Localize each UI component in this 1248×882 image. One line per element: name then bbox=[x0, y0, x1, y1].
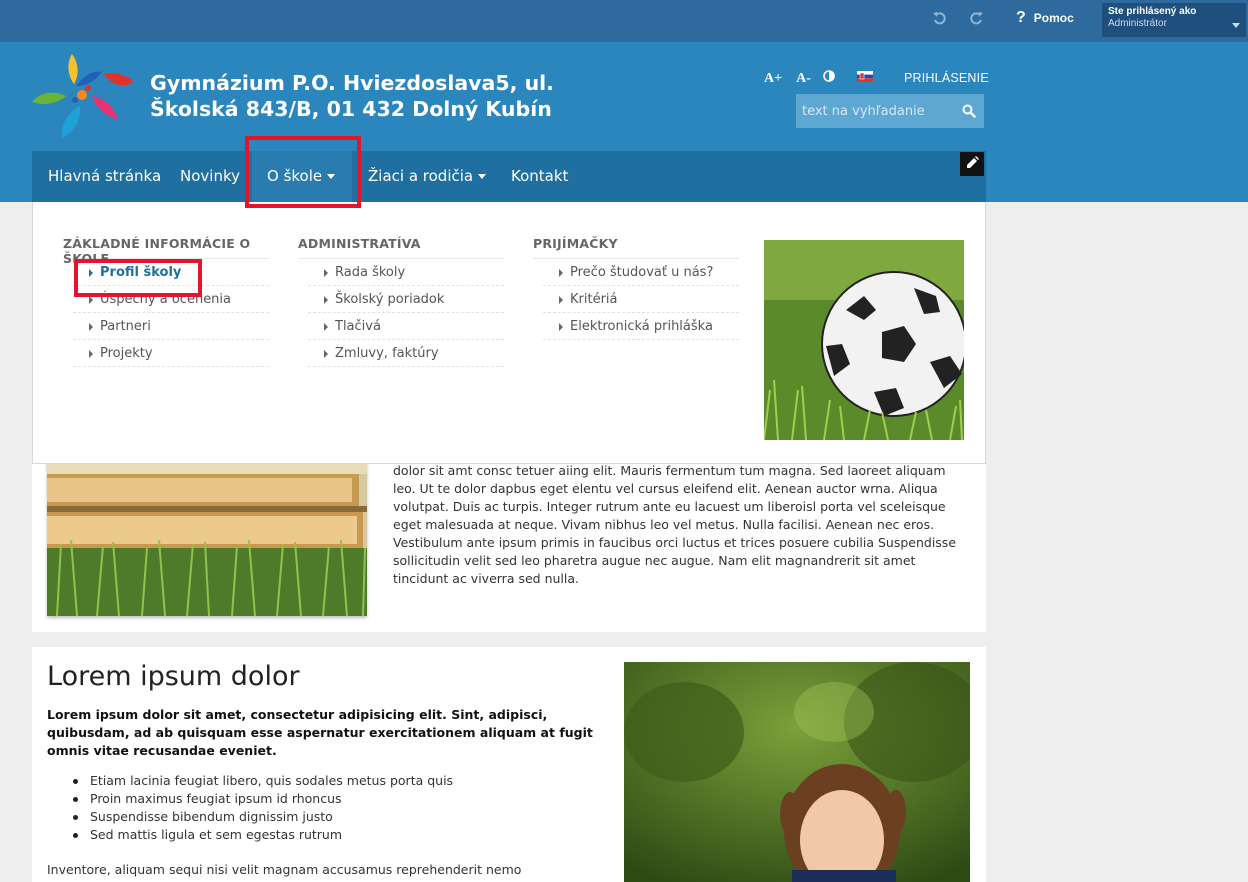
nav-item-contact[interactable]: Kontakt bbox=[511, 151, 568, 202]
help-label: Pomoc bbox=[1033, 11, 1074, 25]
edit-button[interactable] bbox=[960, 152, 984, 176]
girl-photo bbox=[624, 662, 970, 882]
accessibility-tools: A+ A- bbox=[764, 70, 873, 87]
user-name: Administrátor bbox=[1108, 18, 1167, 29]
nav-item-news[interactable]: Novinky bbox=[180, 151, 240, 202]
site-title[interactable]: Gymnázium P.O. Hviezdoslava5, ul. Školsk… bbox=[150, 70, 554, 122]
soccer-ball-image bbox=[764, 240, 964, 440]
help-link[interactable]: ? Pomoc bbox=[1016, 9, 1074, 27]
font-increase-button[interactable]: A+ bbox=[764, 71, 782, 87]
menu-column-basic-info: ZÁKLADNÉ INFORMÁCIE O ŠKOLE Profil školy… bbox=[63, 236, 269, 367]
undo-icon[interactable] bbox=[932, 10, 948, 31]
menu-item-criteria[interactable]: Kritériá bbox=[543, 286, 739, 313]
highlight-box-about bbox=[245, 136, 361, 208]
menu-item-partners[interactable]: Partneri bbox=[73, 313, 269, 340]
user-dropdown[interactable]: Ste prihlásený ako Administrátor bbox=[1102, 3, 1246, 37]
school-logo[interactable] bbox=[30, 48, 138, 146]
menu-item-forms[interactable]: Tlačivá bbox=[308, 313, 504, 340]
caret-right-icon bbox=[559, 323, 563, 331]
column-title: ZÁKLADNÉ INFORMÁCIE O ŠKOLE bbox=[63, 236, 269, 266]
menu-column-admissions: PRIJÍMAČKY Prečo študovať u nás? Kritéri… bbox=[533, 236, 739, 340]
site-title-line1: Gymnázium P.O. Hviezdoslava5, ul. bbox=[150, 71, 554, 95]
font-decrease-button[interactable]: A- bbox=[796, 71, 811, 87]
books-image bbox=[47, 444, 367, 616]
nav-item-students-parents[interactable]: Žiaci a rodičia bbox=[368, 151, 487, 202]
nav-item-home[interactable]: Hlavná stránka bbox=[48, 151, 161, 202]
caret-right-icon bbox=[89, 296, 93, 304]
search-box bbox=[796, 94, 984, 128]
intro-paragraph: dolor sit amt consc tetuer aiing elit. M… bbox=[393, 463, 957, 586]
slovak-flag-icon[interactable] bbox=[856, 70, 873, 87]
site-title-line2: Školská 843/B, 01 432 Dolný Kubín bbox=[150, 97, 552, 121]
admin-topbar: ? Pomoc Ste prihlásený ako Administrátor bbox=[0, 0, 1248, 42]
caret-right-icon bbox=[559, 269, 563, 277]
main-nav: Hlavná stránka Novinky O škole Žiaci a r… bbox=[32, 151, 986, 202]
tail-paragraph: Inventore, aliquam sequi nisi velit magn… bbox=[47, 862, 522, 877]
user-title: Ste prihlásený ako bbox=[1108, 6, 1197, 17]
menu-item-school-board[interactable]: Rada školy bbox=[308, 259, 504, 286]
menu-item-why-study[interactable]: Prečo študovať u nás? bbox=[543, 259, 739, 286]
question-icon: ? bbox=[1016, 9, 1026, 26]
lead-paragraph: Lorem ipsum dolor sit amet, consectetur … bbox=[47, 707, 593, 758]
bullet-list: Etiam lacinia feugiat libero, quis sodal… bbox=[72, 772, 454, 844]
caret-right-icon bbox=[324, 350, 328, 358]
contrast-icon[interactable] bbox=[823, 70, 835, 87]
caret-right-icon bbox=[324, 269, 328, 277]
list-item: Sed mattis ligula et sem egestas rutrum bbox=[72, 826, 453, 844]
column-title: PRIJÍMAČKY bbox=[533, 236, 739, 259]
highlight-box-profile bbox=[74, 259, 202, 297]
caret-right-icon bbox=[89, 323, 93, 331]
pencil-icon bbox=[967, 158, 977, 168]
list-item: Suspendisse bibendum dignissim justo bbox=[72, 808, 453, 826]
menu-column-administration: ADMINISTRATÍVA Rada školy Školský poriad… bbox=[298, 236, 504, 367]
menu-item-school-rules[interactable]: Školský poriadok bbox=[308, 286, 504, 313]
caret-right-icon bbox=[559, 296, 563, 304]
caret-right-icon bbox=[324, 323, 328, 331]
caret-right-icon bbox=[89, 350, 93, 358]
list-item: Etiam lacinia feugiat libero, quis sodal… bbox=[72, 773, 454, 788]
login-link[interactable]: PRIHLÁSENIE bbox=[904, 71, 989, 85]
section-title: Lorem ipsum dolor bbox=[47, 661, 300, 692]
menu-item-projects[interactable]: Projekty bbox=[73, 340, 269, 367]
list-item: Proin maximus feugiat ipsum id rhoncus bbox=[72, 790, 453, 808]
caret-right-icon bbox=[324, 296, 328, 304]
search-input[interactable] bbox=[796, 94, 956, 128]
search-icon[interactable] bbox=[962, 103, 976, 122]
column-title: ADMINISTRATÍVA bbox=[298, 236, 504, 259]
menu-item-online-application[interactable]: Elektronická prihláška bbox=[543, 313, 739, 340]
redo-icon[interactable] bbox=[968, 10, 984, 31]
caret-down-icon bbox=[478, 174, 487, 179]
menu-item-contracts[interactable]: Zmluvy, faktúry bbox=[308, 340, 504, 367]
chevron-down-icon bbox=[1232, 23, 1240, 28]
